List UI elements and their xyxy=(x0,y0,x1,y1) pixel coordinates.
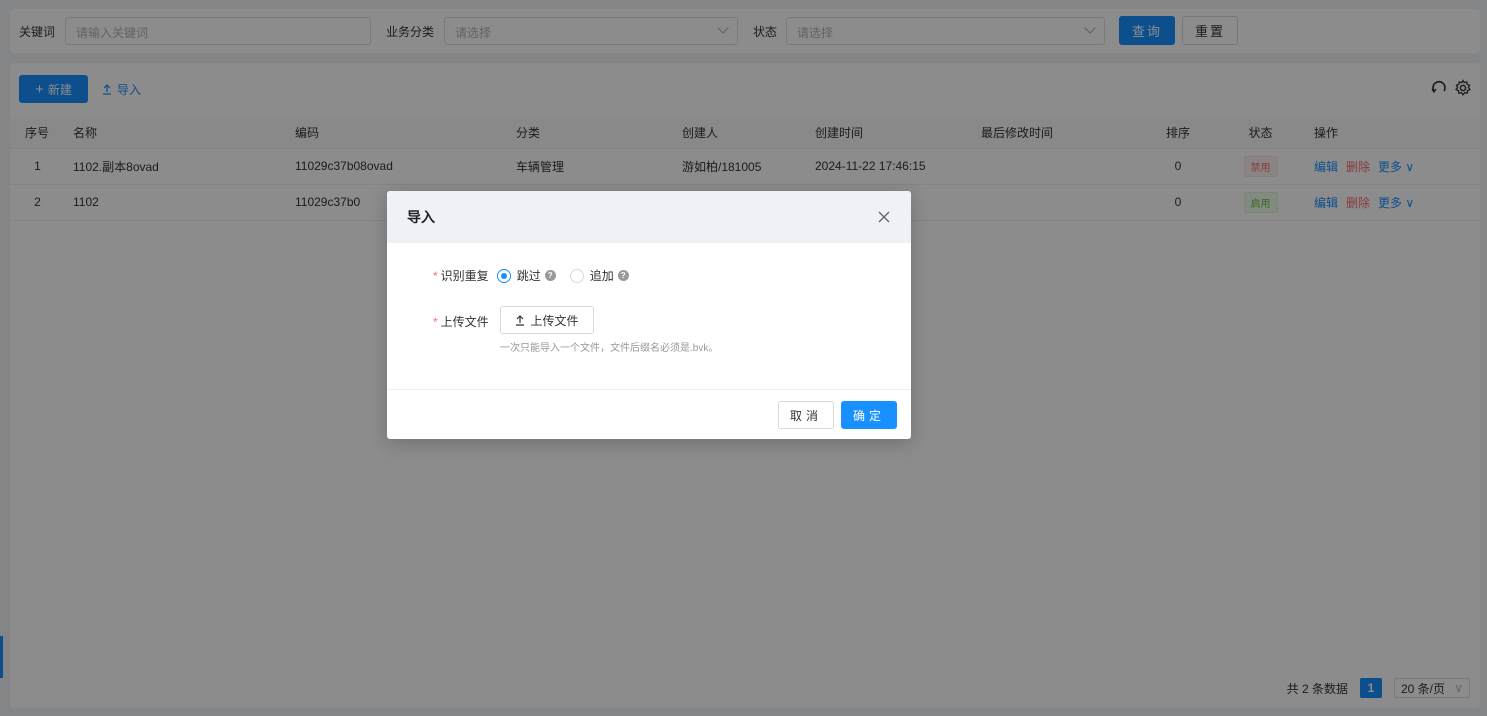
confirm-button[interactable]: 确定 xyxy=(841,401,897,429)
file-row: * 上传文件 xyxy=(433,313,489,330)
radio-dot xyxy=(496,268,511,283)
required-mark: * xyxy=(433,268,438,283)
duplicate-label: 识别重复 xyxy=(440,269,489,283)
dialog-header: 导入 xyxy=(387,191,911,243)
upload-file-button[interactable]: 上传文件 xyxy=(500,306,594,334)
radio-append-label: 追加 xyxy=(589,269,614,283)
radio-append[interactable]: 追加 ? xyxy=(569,267,629,284)
upload-hint: 一次只能导入一个文件，文件后缀名必须是.bvk。 xyxy=(500,343,719,354)
cancel-button[interactable]: 取消 xyxy=(778,401,834,429)
help-icon[interactable]: ? xyxy=(544,270,556,281)
help-icon[interactable]: ? xyxy=(617,270,629,281)
upload-button-label: 上传文件 xyxy=(530,313,579,328)
upload-icon xyxy=(516,314,525,326)
file-label: 上传文件 xyxy=(440,315,489,329)
radio-skip[interactable]: 跳过 ? xyxy=(496,267,556,284)
required-mark: * xyxy=(433,314,438,329)
radio-skip-label: 跳过 xyxy=(516,269,541,283)
close-icon[interactable] xyxy=(877,210,891,224)
page: 关键词 请输入关键词 业务分类 请选择 状态 请选择 查询 重置 + 新建 导入 xyxy=(0,0,1487,716)
dialog-title: 导入 xyxy=(407,209,435,225)
radio-dot xyxy=(569,268,584,283)
import-dialog: 导入 * 识别重复 跳过 ? 追加 ? * 上传文件 上传文件 一次只能导入一个… xyxy=(387,191,911,439)
duplicate-row: * 识别重复 跳过 ? 追加 ? xyxy=(433,267,629,284)
dialog-footer: 取消 确定 xyxy=(387,389,911,439)
